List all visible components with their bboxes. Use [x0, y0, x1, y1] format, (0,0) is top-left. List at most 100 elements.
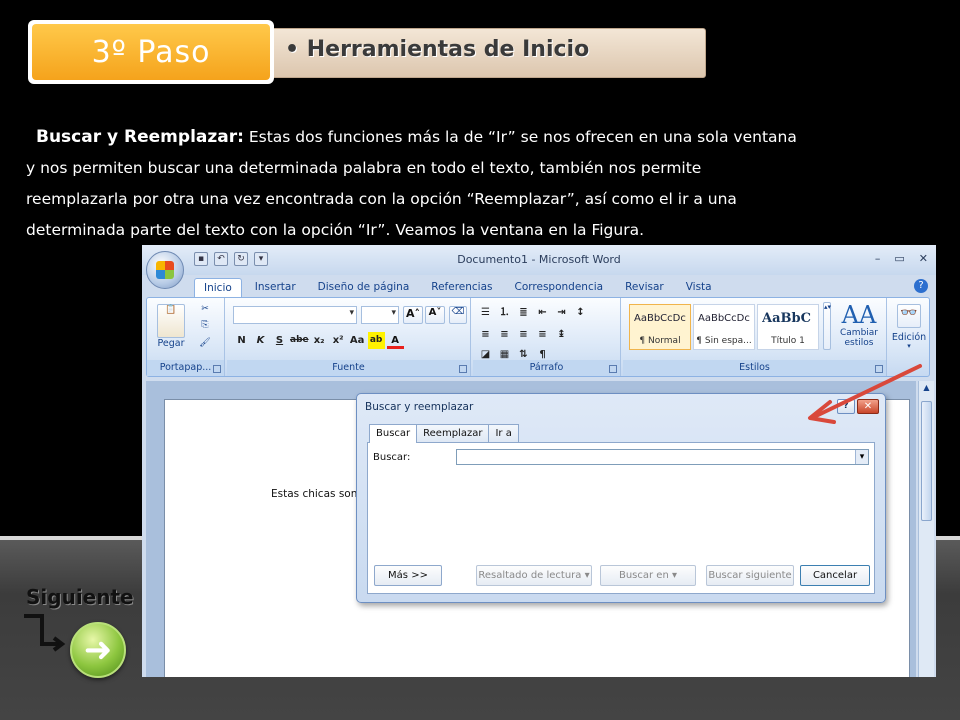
group-font: A˄ A˅ ⌫ N K S abe x₂ x² Aa ab A Fuente — [227, 298, 471, 376]
window-title: Documento1 - Microsoft Word — [457, 253, 621, 266]
tab-inicio[interactable]: Inicio — [194, 278, 242, 297]
find-in-button[interactable]: Buscar en ▾ — [600, 565, 696, 586]
clipboard-launcher-icon[interactable] — [213, 365, 221, 373]
next-label[interactable]: Siguiente — [26, 585, 134, 609]
bullets-icon[interactable]: ☰ — [477, 304, 494, 321]
paragraph-line-1-rest: Estas dos funciones más la de “Ir” se no… — [243, 128, 797, 146]
arrow-right-icon: ➜ — [83, 630, 113, 670]
more-button[interactable]: Más >> — [374, 565, 442, 586]
group-clipboard: 📋 Pegar ✂ ⎘ 🖌 Portapap... — [147, 298, 225, 376]
paste-icon[interactable]: 📋 — [157, 304, 185, 338]
sort-icon[interactable]: ↕ — [572, 304, 589, 321]
group-paragraph: ☰ ⒈ ≣ ⇤ ⇥ ↕ ≡ ≡ ≡ ≡ ↨ ◪ ▦ ⇅ ¶ Párrafo — [473, 298, 621, 376]
underline-button[interactable]: S — [271, 332, 288, 349]
align-right-icon[interactable]: ≡ — [515, 326, 532, 343]
style-no-spacing-name: ¶ Sin espa... — [696, 336, 752, 346]
style-no-spacing[interactable]: AaBbCcDc ¶ Sin espa... — [693, 304, 755, 350]
line-spacing-icon[interactable]: ↨ — [553, 326, 570, 343]
style-normal[interactable]: AaBbCcDc ¶ Normal — [629, 304, 691, 350]
tab-revisar[interactable]: Revisar — [616, 278, 673, 297]
cut-icon[interactable]: ✂ — [197, 304, 213, 318]
increase-indent-icon[interactable]: ⇥ — [553, 304, 570, 321]
justify-icon[interactable]: ≡ — [534, 326, 551, 343]
close-window-button[interactable]: ✕ — [919, 252, 928, 265]
annotation-arrow-icon — [808, 364, 922, 424]
italic-button[interactable]: K — [252, 332, 269, 349]
find-label: Buscar: — [373, 452, 411, 463]
list-buttons: ☰ ⒈ ≣ ⇤ ⇥ ↕ — [477, 304, 589, 321]
style-heading-1[interactable]: AaBbC Título 1 — [757, 304, 819, 350]
paste-label[interactable]: Pegar — [151, 338, 191, 349]
copy-icon[interactable]: ⎘ — [197, 320, 213, 334]
style-heading-1-sample: AaBbC — [762, 311, 811, 326]
find-input[interactable] — [456, 449, 869, 465]
tab-insertar[interactable]: Insertar — [246, 278, 305, 297]
align-center-icon[interactable]: ≡ — [496, 326, 513, 343]
step-badge-fill: 3º Paso — [32, 24, 270, 80]
bold-button[interactable]: N — [233, 332, 250, 349]
style-heading-1-name: Título 1 — [771, 336, 805, 346]
tab-vista[interactable]: Vista — [677, 278, 721, 297]
clear-format-icon[interactable]: ⌫ — [449, 306, 467, 324]
change-case-icon[interactable]: Aa — [349, 332, 366, 349]
editing-dropdown-icon[interactable]: ▾ — [889, 342, 929, 350]
dialog-tabs: Buscar Reemplazar Ir a — [369, 424, 519, 443]
dialog-title: Buscar y reemplazar — [365, 401, 474, 413]
section-header-bar: • Herramientas de Inicio — [262, 28, 706, 78]
minimize-button[interactable]: – — [875, 252, 881, 265]
step-label: 3º Paso — [91, 34, 211, 70]
reading-highlight-button[interactable]: Resaltado de lectura ▾ — [476, 565, 592, 586]
tab-correspondencia[interactable]: Correspondencia — [506, 278, 613, 297]
cancel-button[interactable]: Cancelar — [800, 565, 870, 586]
word-window-screenshot: ▪ ↶ ↻ ▾ Documento1 - Microsoft Word – ▭ … — [142, 245, 936, 677]
strikethrough-button[interactable]: abe — [290, 332, 309, 349]
title-bar: ▪ ↶ ↻ ▾ Documento1 - Microsoft Word – ▭ … — [142, 245, 936, 275]
numbering-icon[interactable]: ⒈ — [496, 304, 513, 321]
office-logo-icon — [156, 261, 174, 279]
multilevel-list-icon[interactable]: ≣ — [515, 304, 532, 321]
format-painter-icon[interactable]: 🖌 — [197, 338, 213, 352]
tab-referencias[interactable]: Referencias — [422, 278, 501, 297]
style-normal-sample: AaBbCcDc — [634, 313, 686, 324]
paragraph-line-4: determinada parte del texto con la opció… — [26, 221, 645, 239]
binoculars-icon[interactable]: 👓 — [897, 304, 921, 328]
style-no-spacing-sample: AaBbCcDc — [698, 313, 750, 324]
section-header-title: • Herramientas de Inicio — [285, 37, 590, 62]
tab-ir-a[interactable]: Ir a — [488, 424, 519, 443]
header-bullet-text: Herramientas de Inicio — [306, 37, 590, 62]
office-button[interactable] — [146, 251, 184, 289]
shrink-font-icon[interactable]: A˅ — [425, 306, 445, 324]
subscript-button[interactable]: x₂ — [311, 332, 328, 349]
tab-reemplazar[interactable]: Reemplazar — [416, 424, 490, 443]
dialog-panel: Buscar: Más >> Resaltado de lectura ▾ Bu… — [367, 442, 875, 594]
maximize-button[interactable]: ▭ — [894, 252, 904, 265]
help-icon[interactable]: ? — [914, 279, 928, 293]
align-buttons: ≡ ≡ ≡ ≡ ↨ — [477, 326, 570, 343]
next-button[interactable]: ➜ — [70, 622, 126, 678]
font-color-button[interactable]: A — [386, 332, 404, 349]
tab-buscar[interactable]: Buscar — [369, 424, 418, 443]
grow-font-icon[interactable]: A˄ — [403, 306, 423, 324]
change-styles-icon: AA — [841, 301, 877, 329]
decrease-indent-icon[interactable]: ⇤ — [534, 304, 551, 321]
paragraph-line-1: Buscar y Reemplazar: Estas dos funciones… — [26, 122, 960, 153]
group-label-font: Fuente — [227, 360, 470, 376]
superscript-button[interactable]: x² — [330, 332, 347, 349]
align-left-icon[interactable]: ≡ — [477, 326, 494, 343]
styles-scroll-icon[interactable]: ▴▾ — [823, 302, 831, 350]
font-size-combo[interactable] — [361, 306, 399, 324]
description-paragraph: Buscar y Reemplazar: Estas dos funciones… — [26, 122, 960, 246]
font-name-combo[interactable] — [233, 306, 357, 324]
paragraph-lead: Buscar y Reemplazar: — [36, 127, 244, 147]
tab-diseno-pagina[interactable]: Diseño de página — [309, 278, 419, 297]
paragraph-launcher-icon[interactable] — [609, 365, 617, 373]
group-label-paragraph: Párrafo — [473, 360, 620, 376]
document-text: Estas chicas son — [271, 488, 358, 500]
step-badge: 3º Paso — [28, 20, 274, 84]
highlight-button[interactable]: ab — [367, 332, 385, 349]
change-styles-button[interactable]: AA Cambiar estilos — [837, 302, 881, 358]
ribbon-tabs: Inicio Insertar Diseño de página Referen… — [194, 278, 721, 297]
change-styles-label: Cambiar estilos — [840, 328, 878, 348]
find-next-button[interactable]: Buscar siguiente — [706, 565, 794, 586]
font-launcher-icon[interactable] — [459, 365, 467, 373]
